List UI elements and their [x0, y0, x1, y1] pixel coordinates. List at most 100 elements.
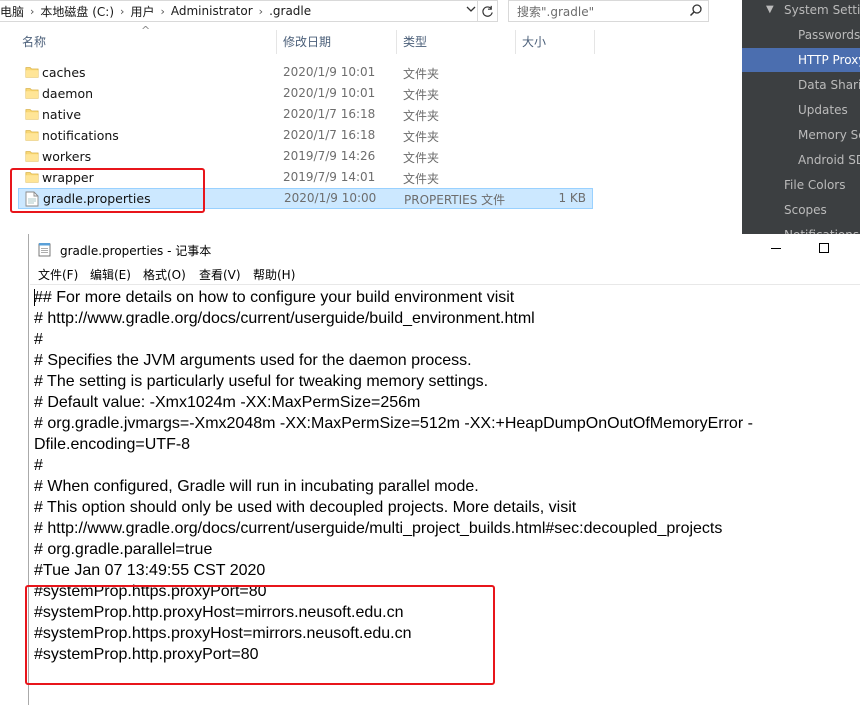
chevron-right-icon: ›: [258, 4, 264, 18]
tree-item-passwords[interactable]: Passwords: [798, 28, 860, 42]
notepad-window: gradle.properties - 记事本 文件(F) 编辑(E) 格式(O…: [25, 234, 860, 705]
menu-edit[interactable]: 编辑(E): [90, 266, 131, 283]
breadcrumb-local-disk[interactable]: 本地磁盘 (C:): [40, 3, 114, 20]
text-line: #systemProp.http.proxyPort=80: [34, 646, 259, 663]
text-line: # http://www.gradle.org/docs/current/use…: [34, 520, 723, 537]
file-explorer: 此电脑 › 本地磁盘 (C:) › 用户 › Administrator › .…: [0, 0, 720, 240]
file-row-daemon[interactable]: daemon 2020/1/9 10:01 文件夹: [18, 83, 593, 104]
tree-item-scopes[interactable]: Scopes: [784, 203, 827, 217]
folder-icon: [25, 86, 39, 103]
tree-item-file-colors[interactable]: File Colors: [784, 178, 845, 192]
menu-file[interactable]: 文件(F): [38, 266, 78, 283]
file-date: 2020/1/9 10:01: [283, 65, 376, 79]
text-line: # When configured, Gradle will run in in…: [34, 478, 479, 495]
file-type: PROPERTIES 文件: [404, 193, 506, 207]
notepad-titlebar[interactable]: gradle.properties - 记事本: [29, 234, 860, 264]
file-name: wrapper: [42, 170, 94, 185]
text-line: # http://www.gradle.org/docs/current/use…: [34, 310, 535, 327]
file-type: 文件夹: [403, 67, 440, 81]
breadcrumb-this-pc[interactable]: 此电脑: [0, 3, 24, 20]
refresh-icon[interactable]: [477, 1, 497, 21]
folder-icon: [25, 65, 39, 82]
folder-icon: [25, 149, 39, 166]
file-icon: [25, 191, 39, 210]
chevron-right-icon: ›: [160, 4, 165, 18]
text-line: #systemProp.https.proxyPort=80: [34, 583, 267, 600]
breadcrumb-users[interactable]: 用户: [130, 3, 154, 20]
folder-icon: [25, 128, 39, 145]
search-input[interactable]: 搜索".gradle": [508, 0, 709, 22]
file-date: 2019/7/9 14:01: [283, 170, 376, 184]
file-row-gradle-properties[interactable]: gradle.properties 2020/1/9 10:00 PROPERT…: [18, 188, 593, 209]
file-name: caches: [42, 65, 86, 80]
search-icon[interactable]: [689, 3, 703, 20]
column-header-size[interactable]: 大小: [516, 28, 594, 56]
maximize-icon[interactable]: [819, 243, 829, 253]
chevron-right-icon: ›: [120, 4, 125, 18]
text-line: # Default value: -Xmx1024m -XX:MaxPermSi…: [34, 394, 421, 411]
text-line: # Specifies the JVM arguments used for t…: [34, 352, 472, 369]
expand-arrow-icon[interactable]: ▼: [766, 4, 774, 15]
column-divider[interactable]: [594, 30, 595, 54]
column-header-date[interactable]: 修改日期: [277, 28, 395, 56]
breadcrumb-administrator[interactable]: Administrator: [171, 4, 253, 18]
notepad-app-icon: [38, 242, 52, 260]
file-date: 2020/1/7 16:18: [283, 107, 376, 121]
file-type: 文件夹: [403, 151, 440, 165]
column-header-type[interactable]: 类型: [397, 28, 514, 56]
address-bar[interactable]: 此电脑 › 本地磁盘 (C:) › 用户 › Administrator › .…: [0, 0, 498, 22]
window-title: gradle.properties - 记事本: [60, 244, 212, 258]
text-line: #: [34, 331, 43, 348]
tree-item-http-proxy[interactable]: HTTP Proxy: [798, 53, 860, 67]
folder-icon: [25, 170, 39, 187]
file-row-workers[interactable]: workers 2019/7/9 14:26 文件夹: [18, 146, 593, 167]
file-row-native[interactable]: native 2020/1/7 16:18 文件夹: [18, 104, 593, 125]
text-line: ## For more details on how to configure …: [34, 289, 515, 306]
file-row-caches[interactable]: caches 2020/1/9 10:01 文件夹: [18, 62, 593, 83]
file-row-notifications[interactable]: notifications 2020/1/7 16:18 文件夹: [18, 125, 593, 146]
text-line: # org.gradle.parallel=true: [34, 541, 213, 558]
file-row-wrapper[interactable]: wrapper 2019/7/9 14:01 文件夹: [18, 167, 593, 188]
chevron-down-icon[interactable]: [465, 3, 477, 18]
column-headers: ^ 名称 修改日期 类型 大小: [0, 24, 720, 56]
menu-view[interactable]: 查看(V): [199, 266, 241, 283]
file-name: daemon: [42, 86, 94, 101]
file-type: 文件夹: [403, 130, 440, 144]
file-type: 文件夹: [403, 88, 440, 102]
text-line: # org.gradle.jvmargs=-Xmx2048m -XX:MaxPe…: [34, 415, 753, 432]
file-date: 2020/1/9 10:00: [284, 191, 377, 205]
text-line: #: [34, 457, 43, 474]
text-line: #systemProp.http.proxyHost=mirrors.neuso…: [34, 604, 404, 621]
file-name: notifications: [42, 128, 119, 143]
column-header-name[interactable]: 名称: [16, 28, 274, 56]
tree-item-system-settings[interactable]: System Settings: [784, 3, 860, 17]
text-line: # This option should only be used with d…: [34, 499, 577, 516]
file-name: native: [42, 107, 82, 122]
file-type: 文件夹: [403, 109, 440, 123]
menu-format[interactable]: 格式(O): [143, 266, 186, 283]
text-editor-area[interactable]: ## For more details on how to configure …: [30, 284, 860, 705]
file-date: 2019/7/9 14:26: [283, 149, 376, 163]
menu-help[interactable]: 帮助(H): [253, 266, 295, 283]
menu-bar: 文件(F) 编辑(E) 格式(O) 查看(V) 帮助(H): [29, 264, 860, 284]
file-size: 1 KB: [558, 191, 586, 205]
search-placeholder: 搜索".gradle": [517, 4, 595, 19]
file-name: gradle.properties: [43, 191, 151, 206]
text-line: #systemProp.https.proxyHost=mirrors.neus…: [34, 625, 412, 642]
tree-item-updates[interactable]: Updates: [798, 103, 848, 117]
file-date: 2020/1/9 10:01: [283, 86, 376, 100]
tree-item-data-sharing[interactable]: Data Sharing: [798, 78, 860, 92]
text-line: #Tue Jan 07 13:49:55 CST 2020: [34, 562, 266, 579]
text-caret: [34, 289, 35, 306]
tree-item-android-sdk[interactable]: Android SDK: [798, 153, 860, 167]
breadcrumb-gradle[interactable]: .gradle: [269, 4, 311, 18]
text-line: # The setting is particularly useful for…: [34, 373, 489, 390]
file-type: 文件夹: [403, 172, 440, 186]
minimize-icon[interactable]: [771, 248, 781, 249]
chevron-right-icon: ›: [30, 4, 35, 18]
folder-icon: [25, 107, 39, 124]
tree-item-memory-settings[interactable]: Memory Settings: [798, 128, 860, 142]
ide-settings-tree: ▼ System Settings Passwords HTTP Proxy D…: [742, 0, 860, 240]
file-name: workers: [42, 149, 92, 164]
file-date: 2020/1/7 16:18: [283, 128, 376, 142]
